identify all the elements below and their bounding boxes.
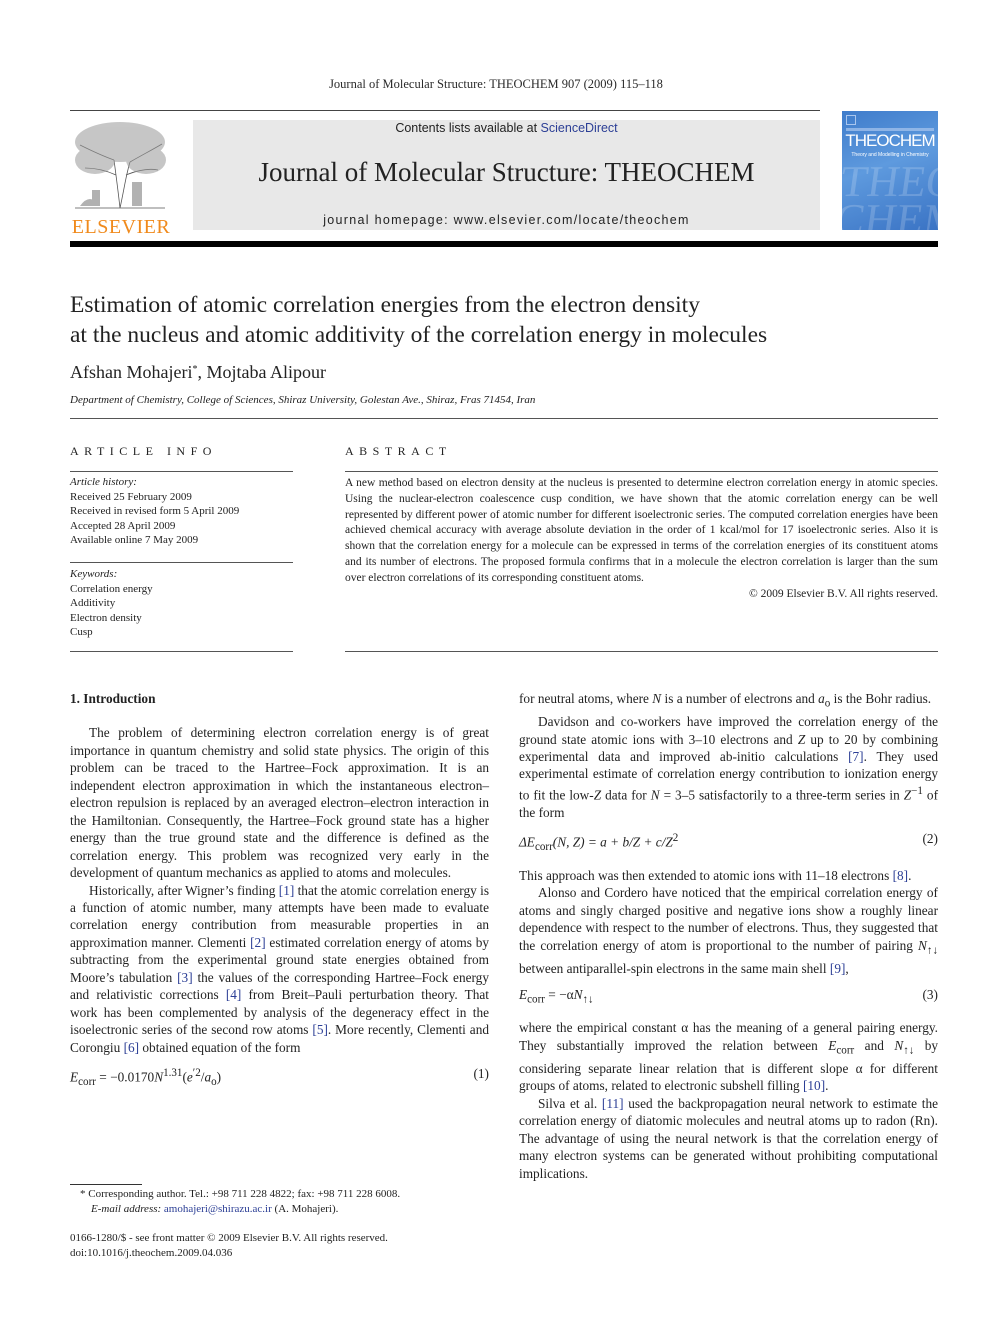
citation-link[interactable]: [1] [279,883,295,898]
article-info-heading: ARTICLE INFO [70,444,217,458]
keywords: Keywords: Correlation energy Additivity … [70,567,153,640]
email-label: E-mail address: [91,1202,162,1215]
equation-number: (1) [473,1066,489,1082]
cover-logo-icon [846,115,856,125]
corresponding-author-footnote: * Corresponding author. Tel.: +98 711 22… [80,1187,400,1216]
citation-link[interactable]: [8] [893,868,909,883]
equation-2: ΔEcorr(N, Z) = a + b/Z + c/Z2 (2) [519,830,938,857]
history-label: Article history: [70,476,137,488]
divider [345,471,938,472]
journal-masthead: Contents lists available at ScienceDirec… [193,120,820,230]
equation-1: Ecorr = −0.0170N1.31(e′2/ao) (1) [70,1065,489,1092]
front-matter: 0166-1280/$ - see front matter © 2009 El… [70,1231,388,1260]
divider [70,418,938,419]
equation-expression: ΔEcorr(N, Z) = a + b/Z + c/Z2 [519,832,679,854]
divider [70,562,293,563]
keywords-label: Keywords: [70,568,118,580]
paragraph: This approach was then extended to atomi… [519,867,912,883]
journal-cover-thumbnail[interactable]: THEOCHEM Theory and Modelling in Chemist… [842,111,938,230]
header-rule [70,110,820,111]
citation-link[interactable]: [2] [250,935,266,950]
article-title: Estimation of atomic correlation energie… [70,290,940,350]
history-item: Received in revised form 5 April 2009 [70,505,240,517]
citation-link[interactable]: [5] [312,1022,328,1037]
body-column-right: for neutral atoms, where N is a number o… [519,690,938,1182]
keyword: Additivity [70,597,116,609]
equation-expression: Ecorr = −0.0170N1.31(e′2/ao) [70,1067,222,1089]
citation-link[interactable]: [10] [803,1078,825,1093]
equation-expression: Ecorr = −αN↑↓ [519,987,594,1006]
abstract-text: A new method based on electron density a… [345,477,938,584]
section-heading: 1. Introduction [70,691,156,706]
citation-link[interactable]: [9] [830,961,846,976]
elsevier-logo[interactable]: ELSEVIER [70,120,172,237]
paragraph: where the empirical constant α has the m… [519,1020,938,1094]
paragraph: Silva et al. [11] used the backpropagati… [519,1095,939,1181]
affiliation: Department of Chemistry, College of Scie… [70,394,536,406]
abstract-body: A new method based on electron density a… [345,476,938,602]
keyword: Electron density [70,611,142,624]
contents-line: Contents lists available at ScienceDirec… [193,121,820,135]
citation-link[interactable]: [3] [177,970,193,985]
author-name[interactable]: Mojtaba Alipour [206,362,326,382]
contents-prefix: Contents lists available at [395,121,541,135]
doi-link[interactable]: doi:10.1016/j.theochem.2009.04.036 [70,1246,388,1261]
journal-homepage-link[interactable]: journal homepage: www.elsevier.com/locat… [193,213,820,227]
elsevier-wordmark: ELSEVIER [71,216,171,238]
abstract-heading: ABSTRACT [345,444,452,458]
journal-name: Journal of Molecular Structure: THEOCHEM [258,157,755,187]
cover-title: THEOCHEM [845,131,935,150]
citation-link[interactable]: [11] [602,1096,624,1111]
paragraph: Historically, after Wigner’s finding [1]… [70,882,489,1055]
citation-link[interactable]: [7] [848,749,864,764]
elsevier-tree-icon [75,122,166,209]
history-item: Received 25 February 2009 [70,490,192,503]
citation-link[interactable]: [6] [124,1040,140,1055]
abstract-copyright: © 2009 Elsevier B.V. All rights reserved… [749,587,938,600]
sciencedirect-link[interactable]: ScienceDirect [541,121,618,135]
masthead-thick-rule [70,241,938,247]
running-head: Journal of Molecular Structure: THEOCHEM… [329,77,663,91]
email-suffix: (A. Mohajeri). [271,1202,339,1215]
title-line-2: at the nucleus and atomic additivity of … [70,322,768,348]
equation-number: (2) [922,831,938,847]
cover-watermark: THEO CHEM [842,157,938,230]
divider [70,651,293,652]
issn-line: 0166-1280/$ - see front matter © 2009 El… [70,1232,388,1244]
paragraph: Davidson and co-workers have improved th… [519,714,939,820]
equation-number: (3) [922,987,938,1003]
keyword: Correlation energy [70,582,153,595]
body-column-left: 1. Introduction The problem of determini… [70,690,489,1102]
paragraph: Alonso and Cordero have noticed that the… [519,885,938,976]
author-list: Afshan Mohajeri*, Mojtaba Alipour [70,362,326,383]
footnote-rule [70,1184,142,1185]
footnote-contact: Corresponding author. Tel.: +98 711 228 … [85,1188,401,1200]
paragraph: for neutral atoms, where N is a number o… [519,691,932,710]
equation-3: Ecorr = −αN↑↓ (3) [519,986,938,1009]
paragraph: The problem of determining electron corr… [70,725,489,881]
email-link[interactable]: amohajeri@shirazu.ac.ir [164,1203,272,1215]
article-history: Article history: Received 25 February 20… [70,475,239,548]
title-line-1: Estimation of atomic correlation energie… [70,292,700,318]
author-name[interactable]: Afshan Mohajeri [70,362,192,382]
history-item: Available online 7 May 2009 [70,534,199,546]
divider [70,471,293,472]
history-item: Accepted 28 April 2009 [70,519,176,532]
keyword: Cusp [70,626,93,638]
divider [345,651,938,652]
citation-link[interactable]: [4] [226,987,242,1002]
